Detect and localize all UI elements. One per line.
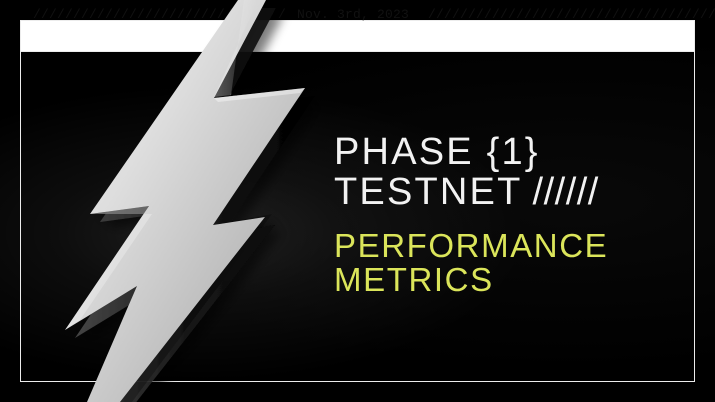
headline-metrics: METRICS (334, 261, 494, 298)
headline-testnet-slashes: ////// (532, 171, 599, 213)
header-right-slashes: ////////////////////////////////////// (428, 7, 715, 22)
header-bar (20, 20, 695, 52)
headline-block: PHASE {1} TESTNET////// PERFORMANCE METR… (334, 133, 654, 297)
header-date: Nov. 3rd, 2023 (297, 7, 410, 22)
header-separator: / (278, 7, 287, 22)
headline-testnet: TESTNET (334, 171, 523, 213)
headline-phase: PHASE {1} (334, 131, 540, 173)
header-left-slashes: //////////////////////////// (33, 7, 258, 22)
headline-performance: PERFORMANCE (334, 227, 609, 264)
headline-testnet-row: TESTNET////// (334, 173, 654, 211)
